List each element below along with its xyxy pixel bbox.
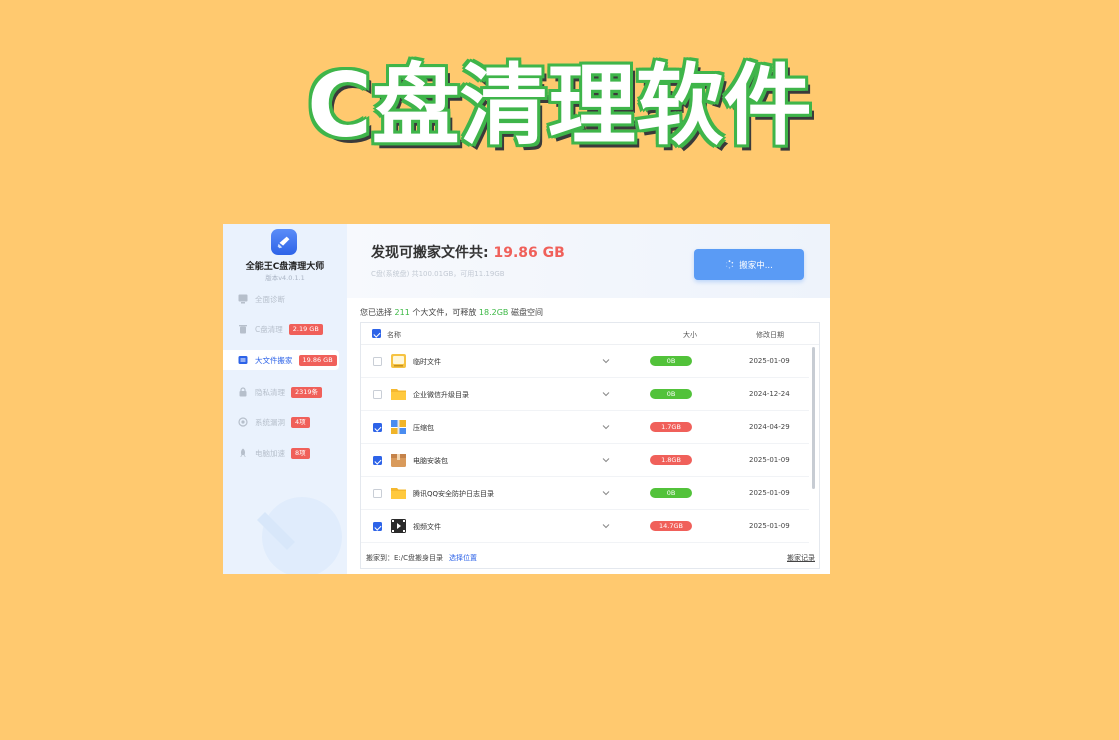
file-size-badge: 14.7GB bbox=[650, 521, 692, 531]
monitor-icon bbox=[238, 294, 248, 304]
file-date: 2024-12-24 bbox=[749, 390, 790, 398]
poster-title: C盘清理软件 bbox=[307, 54, 812, 157]
sidebar: 全能王C盘清理大师 版本v4.0.1.1 全面诊断 C盘清理 2.19 GB 大… bbox=[223, 224, 347, 574]
sidebar-item-system-vuln[interactable]: 系统漏洞 4项 bbox=[223, 412, 347, 432]
move-history-link[interactable]: 搬家记录 bbox=[787, 553, 815, 563]
app-name: 全能王C盘清理大师 bbox=[245, 262, 325, 272]
sidebar-item-label: 全面诊断 bbox=[255, 294, 285, 304]
chevron-down-icon[interactable] bbox=[601, 521, 611, 531]
app-logo-icon bbox=[271, 229, 297, 255]
sidebar-item-label: 隐私清理 bbox=[255, 387, 285, 397]
file-name: 临时文件 bbox=[413, 358, 441, 366]
temp-file-icon bbox=[391, 354, 406, 368]
sidebar-item-badge: 8项 bbox=[291, 447, 310, 459]
folder-move-icon bbox=[238, 355, 248, 365]
file-date: 2025-01-09 bbox=[749, 522, 790, 530]
chevron-down-icon[interactable] bbox=[601, 455, 611, 465]
table-row[interactable]: 临时文件 0B 2025-01-09 bbox=[361, 345, 809, 378]
sidebar-item-speedup[interactable]: 电脑加速 8项 bbox=[223, 443, 347, 463]
row-checkbox[interactable] bbox=[373, 489, 382, 498]
file-date: 2024-04-29 bbox=[749, 423, 790, 431]
main-panel: 发现可搬家文件共: 19.86 GB C盘(系统盘) 共100.01GB，可用1… bbox=[347, 224, 830, 574]
trash-icon bbox=[238, 324, 248, 334]
file-size-badge: 0B bbox=[650, 356, 692, 366]
file-date: 2025-01-09 bbox=[749, 489, 790, 497]
folder-icon bbox=[391, 488, 406, 499]
loading-spinner-icon bbox=[726, 260, 734, 269]
file-date: 2025-01-09 bbox=[749, 357, 790, 365]
select-all-checkbox[interactable] bbox=[372, 329, 381, 338]
table-row[interactable]: 腾讯QQ安全防护日志目录 0B 2025-01-09 bbox=[361, 477, 809, 510]
file-name: 腾讯QQ安全防护日志目录 bbox=[413, 490, 495, 498]
folder-icon bbox=[391, 389, 406, 400]
summary-size: 18.2GB bbox=[478, 308, 509, 317]
sidebar-item-label: 系统漏洞 bbox=[255, 417, 285, 427]
sidebar-item-label: C盘清理 bbox=[255, 324, 283, 334]
title-size: 19.86 GB bbox=[493, 245, 565, 261]
column-header-name: 名称 bbox=[387, 331, 401, 339]
sidebar-item-badge: 4项 bbox=[291, 416, 310, 428]
sidebar-item-label: 电脑加速 bbox=[255, 448, 285, 458]
row-checkbox[interactable] bbox=[373, 357, 382, 366]
sidebar-item-privacy-clean[interactable]: 隐私清理 2319条 bbox=[223, 382, 347, 402]
file-size-badge: 1.7GB bbox=[650, 422, 692, 432]
sidebar-item-badge: 2319条 bbox=[291, 386, 323, 398]
wrench-watermark-icon bbox=[257, 497, 342, 574]
sidebar-item-badge: 19.86 GB bbox=[298, 354, 337, 366]
page-title: 发现可搬家文件共: 19.86 GB bbox=[371, 242, 565, 262]
file-table: 名称 大小 修改日期 临时文件 0B 2025-01-09 企业微信升级目录 0… bbox=[360, 322, 820, 569]
sidebar-item-diagnose[interactable]: 全面诊断 bbox=[223, 289, 347, 309]
row-checkbox[interactable] bbox=[373, 522, 382, 531]
header: 发现可搬家文件共: 19.86 GB C盘(系统盘) 共100.01GB，可用1… bbox=[347, 224, 830, 298]
choose-location-link[interactable]: 选择位置 bbox=[449, 553, 477, 563]
title-prefix: 发现可搬家文件共: bbox=[371, 245, 494, 261]
column-header-date: 修改日期 bbox=[756, 331, 784, 339]
chevron-down-icon[interactable] bbox=[601, 356, 611, 366]
table-row[interactable]: 视频文件 14.7GB 2025-01-09 bbox=[361, 510, 809, 543]
file-name: 视频文件 bbox=[413, 523, 441, 531]
chevron-down-icon[interactable] bbox=[601, 422, 611, 432]
row-checkbox[interactable] bbox=[373, 456, 382, 465]
file-date: 2025-01-09 bbox=[749, 456, 790, 464]
moving-button[interactable]: 搬家中... bbox=[694, 249, 804, 280]
shield-scan-icon bbox=[238, 417, 248, 427]
table-row[interactable]: 企业微信升级目录 0B 2024-12-24 bbox=[361, 378, 809, 411]
table-footer: 搬家到：E:/C盘搬身目录 选择位置 搬家记录 bbox=[361, 545, 819, 568]
video-file-icon bbox=[391, 519, 406, 533]
summary-text: 个大文件，可释放 bbox=[409, 308, 479, 317]
file-size-badge: 0B bbox=[650, 389, 692, 399]
rocket-icon bbox=[238, 448, 248, 458]
file-size-badge: 0B bbox=[650, 488, 692, 498]
summary-text: 磁盘空间 bbox=[508, 308, 543, 317]
package-icon bbox=[391, 454, 406, 467]
table-scrollbar[interactable] bbox=[812, 347, 815, 489]
sidebar-item-label: 大文件搬家 bbox=[255, 355, 293, 365]
moving-button-label: 搬家中... bbox=[739, 260, 773, 271]
disk-usage-text: C盘(系统盘) 共100.01GB，可用11.19GB bbox=[371, 270, 505, 278]
chevron-down-icon[interactable] bbox=[601, 389, 611, 399]
archive-icon bbox=[391, 420, 406, 434]
move-target-path: 搬家到：E:/C盘搬身目录 bbox=[366, 554, 444, 562]
lock-icon bbox=[238, 387, 248, 397]
table-header: 名称 大小 修改日期 bbox=[361, 323, 819, 345]
app-version: 版本v4.0.1.1 bbox=[265, 274, 305, 282]
file-name: 企业微信升级目录 bbox=[413, 391, 469, 399]
sidebar-item-big-file-move[interactable]: 大文件搬家 19.86 GB bbox=[223, 350, 339, 370]
summary-text: 您已选择 bbox=[360, 308, 395, 317]
column-header-size: 大小 bbox=[683, 331, 697, 339]
file-name: 电脑安装包 bbox=[413, 457, 448, 465]
table-row[interactable]: 电脑安装包 1.8GB 2025-01-09 bbox=[361, 444, 809, 477]
sidebar-item-badge: 2.19 GB bbox=[288, 323, 323, 335]
app-window: 全能王C盘清理大师 版本v4.0.1.1 全面诊断 C盘清理 2.19 GB 大… bbox=[223, 224, 830, 574]
row-checkbox[interactable] bbox=[373, 423, 382, 432]
row-checkbox[interactable] bbox=[373, 390, 382, 399]
file-name: 压缩包 bbox=[413, 424, 434, 432]
selection-summary: 您已选择 211 个大文件，可释放 18.2GB 磁盘空间 bbox=[360, 307, 543, 318]
sidebar-item-c-clean[interactable]: C盘清理 2.19 GB bbox=[223, 319, 347, 339]
file-size-badge: 1.8GB bbox=[650, 455, 692, 465]
summary-count: 211 bbox=[394, 308, 410, 317]
chevron-down-icon[interactable] bbox=[601, 488, 611, 498]
table-row[interactable]: 压缩包 1.7GB 2024-04-29 bbox=[361, 411, 809, 444]
